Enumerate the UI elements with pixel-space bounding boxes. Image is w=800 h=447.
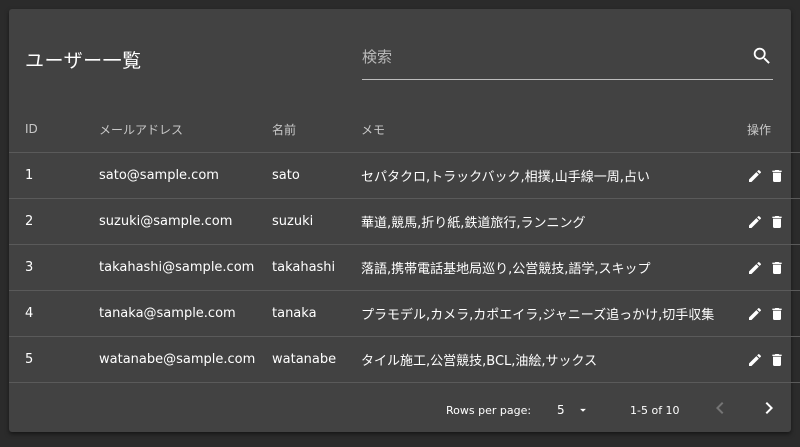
table-header-row: ID メールアドレス 名前 メモ 操作	[9, 106, 800, 153]
cell-actions	[747, 244, 800, 291]
cell-name: watanabe	[272, 336, 361, 383]
cell-memo: タイル施工,公営競技,BCL,油絵,サックス	[361, 336, 747, 383]
search-input[interactable]	[362, 45, 732, 69]
user-list-card: ユーザー一覧 ID メールアドレス 名前 メモ 操作 1 sato@sample…	[9, 9, 800, 432]
cell-memo: 落語,携帯電話基地局巡り,公営競技,語学,スキップ	[361, 244, 747, 291]
cell-actions	[747, 336, 800, 383]
cell-email: tanaka@sample.com	[99, 290, 272, 337]
pagination-bar: Rows per page: 5 1-5 of 10	[9, 384, 791, 432]
search-field[interactable]	[362, 41, 773, 80]
cell-actions	[747, 198, 800, 245]
cell-name: tanaka	[272, 290, 361, 337]
delete-icon[interactable]	[769, 306, 785, 322]
edit-icon[interactable]	[747, 214, 763, 230]
table-row: 2 suzuki@sample.com suzuki 華道,競馬,折り紙,鉄道旅…	[9, 198, 800, 245]
cell-actions	[747, 152, 800, 199]
cell-name: sato	[272, 152, 361, 199]
edit-icon[interactable]	[747, 352, 763, 368]
cell-id: 5	[9, 336, 99, 383]
page-range: 1-5 of 10	[630, 404, 680, 417]
delete-icon[interactable]	[769, 260, 785, 276]
cell-memo: プラモデル,カメラ,カポエイラ,ジャニーズ追っかけ,切手収集	[361, 290, 747, 337]
cell-id: 3	[9, 244, 99, 291]
table-row: 4 tanaka@sample.com tanaka プラモデル,カメラ,カポエ…	[9, 290, 800, 337]
cell-name: suzuki	[272, 198, 361, 245]
delete-icon[interactable]	[769, 168, 785, 184]
edit-icon[interactable]	[747, 306, 763, 322]
column-header-name[interactable]: 名前	[272, 106, 361, 153]
table-row: 5 watanabe@sample.com watanabe タイル施工,公営競…	[9, 336, 800, 383]
cell-id: 2	[9, 198, 99, 245]
edit-icon[interactable]	[747, 260, 763, 276]
page-title: ユーザー一覧	[25, 50, 142, 72]
delete-icon[interactable]	[769, 352, 785, 368]
cell-memo: セパタクロ,トラックバック,相撲,山手線一周,占い	[361, 152, 747, 199]
cell-email: watanabe@sample.com	[99, 336, 272, 383]
column-header-memo[interactable]: メモ	[361, 106, 747, 153]
delete-icon[interactable]	[769, 214, 785, 230]
rows-per-page-value: 5	[557, 403, 565, 417]
cell-email: sato@sample.com	[99, 152, 272, 199]
search-icon[interactable]	[751, 45, 773, 67]
column-header-id[interactable]: ID	[9, 106, 99, 153]
cell-memo: 華道,競馬,折り紙,鉄道旅行,ランニング	[361, 198, 747, 245]
table-row: 3 takahashi@sample.com takahashi 落語,携帯電話…	[9, 244, 800, 291]
cell-id: 1	[9, 152, 99, 199]
column-header-email[interactable]: メールアドレス	[99, 106, 272, 153]
cell-email: takahashi@sample.com	[99, 244, 272, 291]
dropdown-arrow-icon	[576, 403, 590, 420]
table-row: 1 sato@sample.com sato セパタクロ,トラックバック,相撲,…	[9, 152, 800, 199]
user-table: ID メールアドレス 名前 メモ 操作 1 sato@sample.com sa…	[9, 106, 800, 383]
cell-email: suzuki@sample.com	[99, 198, 272, 245]
cell-actions	[747, 290, 800, 337]
rows-per-page-select[interactable]: 5	[557, 398, 592, 420]
cell-id: 4	[9, 290, 99, 337]
chevron-left-icon[interactable]	[708, 396, 732, 420]
cell-name: takahashi	[272, 244, 361, 291]
chevron-right-icon[interactable]	[757, 396, 781, 420]
column-header-actions: 操作	[747, 106, 800, 153]
edit-icon[interactable]	[747, 168, 763, 184]
rows-per-page-label: Rows per page:	[446, 404, 532, 417]
